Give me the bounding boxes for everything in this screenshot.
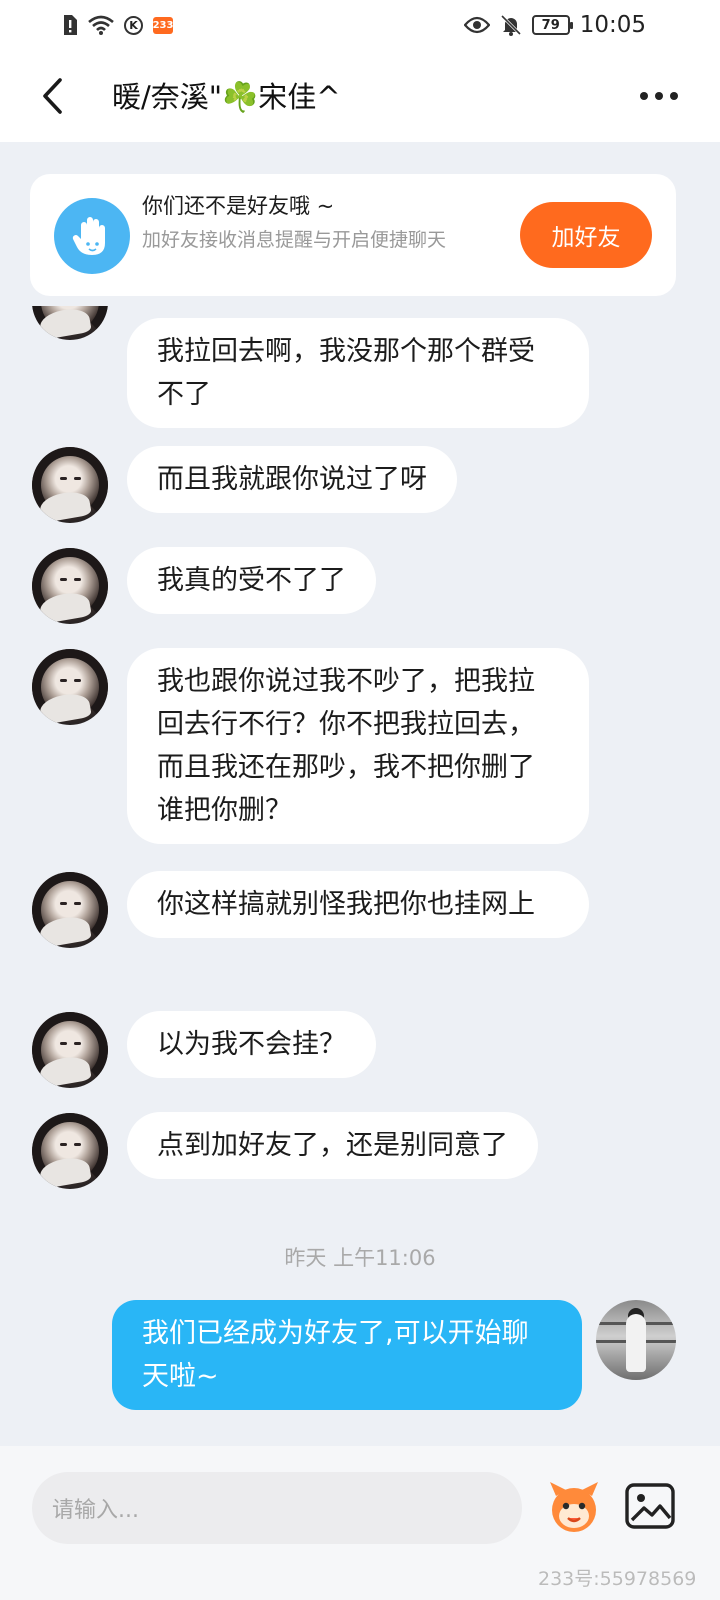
eye-icon <box>463 16 490 34</box>
clock: 10:05 <box>579 12 646 38</box>
message-bubble[interactable]: 你这样搞就别怪我把你也挂网上 <box>127 871 589 938</box>
not-friend-banner: 你们还不是好友哦 ~ 加好友接收消息提醒与开启便捷聊天 加好友 <box>30 174 676 296</box>
battery-indicator: 79 <box>531 15 573 35</box>
contact-avatar[interactable] <box>32 447 108 523</box>
message-input[interactable]: 请输入... <box>32 1472 522 1544</box>
banner-subtitle: 加好友接收消息提醒与开启便捷聊天 <box>142 229 447 251</box>
message-list[interactable]: 我拉回去啊，我没那个那个群受不了 而且我就跟你说过了呀 我真的受不了了 我也跟你… <box>0 306 720 1446</box>
status-bar-left: K 233 <box>62 14 173 36</box>
contact-avatar[interactable] <box>32 649 108 725</box>
back-button[interactable] <box>36 74 76 118</box>
wifi-icon <box>88 15 114 35</box>
image-icon <box>625 1483 675 1529</box>
image-button[interactable] <box>624 1480 676 1532</box>
back-arrow-icon <box>43 78 62 114</box>
chat-title: 暖/奈溪"☘️宋佳^ <box>112 80 341 114</box>
message-bubble[interactable]: 而且我就跟你说过了呀 <box>127 446 457 513</box>
message-timestamp: 昨天 上午11:06 <box>284 1246 436 1270</box>
k-app-icon: K <box>124 15 143 35</box>
my-avatar[interactable] <box>596 1300 676 1380</box>
status-bar: K 233 79 10:05 <box>0 0 720 50</box>
message-bubble[interactable]: 点到加好友了，还是别同意了 <box>127 1112 538 1179</box>
contact-avatar[interactable] <box>32 1113 108 1189</box>
mascot-emoji-icon <box>550 1482 598 1532</box>
contact-avatar[interactable] <box>32 1012 108 1088</box>
contact-avatar[interactable] <box>32 306 108 340</box>
message-bubble[interactable]: 以为我不会挂？ <box>127 1011 376 1078</box>
banner-title: 你们还不是好友哦 ~ <box>142 194 335 218</box>
watermark: 233号:55978569 <box>538 1568 697 1590</box>
wave-hand-icon <box>54 198 130 274</box>
contact-avatar[interactable] <box>32 548 108 624</box>
app-233-icon: 233 <box>153 16 173 34</box>
dot-icon <box>655 92 663 100</box>
contact-avatar[interactable] <box>32 872 108 948</box>
add-friend-button[interactable]: 加好友 <box>520 202 652 268</box>
dot-icon <box>640 92 648 100</box>
dot-icon <box>670 92 678 100</box>
more-options-button[interactable] <box>640 88 684 104</box>
message-bubble[interactable]: 我真的受不了了 <box>127 547 376 614</box>
sim-alert-icon <box>62 14 78 36</box>
status-bar-right: 79 10:05 <box>463 12 646 38</box>
mute-bell-icon <box>500 14 522 36</box>
message-bubble[interactable]: 我也跟你说过我不吵了，把我拉回去行不行？你不把我拉回去，而且我还在那吵，我不把你… <box>127 648 589 844</box>
chat-header: 暖/奈溪"☘️宋佳^ <box>0 50 720 142</box>
my-message-bubble[interactable]: 我们已经成为好友了,可以开始聊天啦~ <box>112 1300 582 1410</box>
message-bubble[interactable]: 我拉回去啊，我没那个那个群受不了 <box>127 318 589 428</box>
emoji-mascot-button[interactable] <box>544 1476 604 1536</box>
